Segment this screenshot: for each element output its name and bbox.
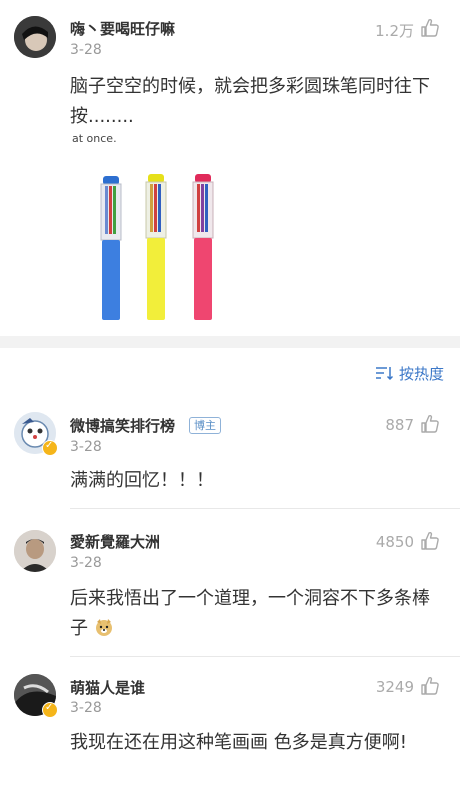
like-count: 1.2万: [375, 22, 414, 40]
username[interactable]: 微博搞笑排行榜: [70, 415, 175, 436]
username[interactable]: 愛新覺羅大洲: [70, 531, 160, 552]
avatar[interactable]: [14, 530, 56, 572]
section-separator: [0, 336, 460, 348]
comment-item: 微博搞笑排行榜 博主 3-28 887 满满的回忆！！！: [0, 400, 460, 510]
comment-date: 3-28: [70, 42, 102, 58]
comment-text: 脑子空空的时候，就会把多彩圆珠笔同时往下按........: [70, 76, 430, 127]
pens-illustration: [100, 174, 214, 320]
verified-icon: [42, 440, 58, 456]
comment-date: 3-28: [70, 555, 102, 571]
comment-text: 后来我悟出了一个道理，一个洞容不下多条棒子: [70, 584, 438, 644]
thumbs-up-icon[interactable]: [420, 531, 440, 551]
like-count: 3249: [375, 678, 414, 696]
sort-icon: [375, 367, 393, 381]
comment-date: 3-28: [70, 700, 102, 716]
verified-icon: [42, 702, 58, 718]
pen-pink: [192, 174, 214, 320]
comment-text: 我现在还在用这种笔画画 色多是真方便啊!: [70, 732, 407, 753]
username[interactable]: 嗨丶要喝旺仔嘛: [70, 18, 175, 39]
top-comment: 嗨丶要喝旺仔嘛 3-28 1.2万 脑子空空的时候，就会把多彩圆珠笔同时往下按.…: [0, 0, 460, 335]
comment-text-content: 后来我悟出了一个道理，一个洞容不下多条棒子: [70, 588, 430, 639]
author-badge: 博主: [189, 417, 221, 434]
comment-item: 愛新覺羅大洲 3-28 4850 后来我悟出了一个道理，一个洞容不下多条棒子: [0, 518, 460, 658]
comment-text: 满满的回忆！！！: [70, 470, 214, 491]
divider: [70, 508, 460, 509]
pen-yellow: [145, 174, 167, 320]
like-count: 887: [385, 416, 414, 434]
divider: [70, 656, 460, 657]
pen-blue: [100, 176, 122, 320]
thumbs-up-icon[interactable]: [420, 18, 440, 38]
thumbs-up-icon[interactable]: [420, 676, 440, 696]
comment-item: 萌猫人是谁 3-28 3249 我现在还在用这种笔画画 色多是真方便啊!: [0, 664, 460, 787]
username[interactable]: 萌猫人是谁: [70, 677, 145, 698]
attached-image[interactable]: at once.: [70, 132, 410, 330]
doge-emoji-icon: [94, 617, 114, 637]
comment-date: 3-28: [70, 439, 102, 455]
sort-control[interactable]: 按热度: [375, 362, 444, 384]
sort-label: 按热度: [398, 364, 444, 383]
like-count: 4850: [375, 533, 414, 551]
avatar[interactable]: [14, 16, 56, 58]
thumbs-up-icon[interactable]: [420, 414, 440, 434]
